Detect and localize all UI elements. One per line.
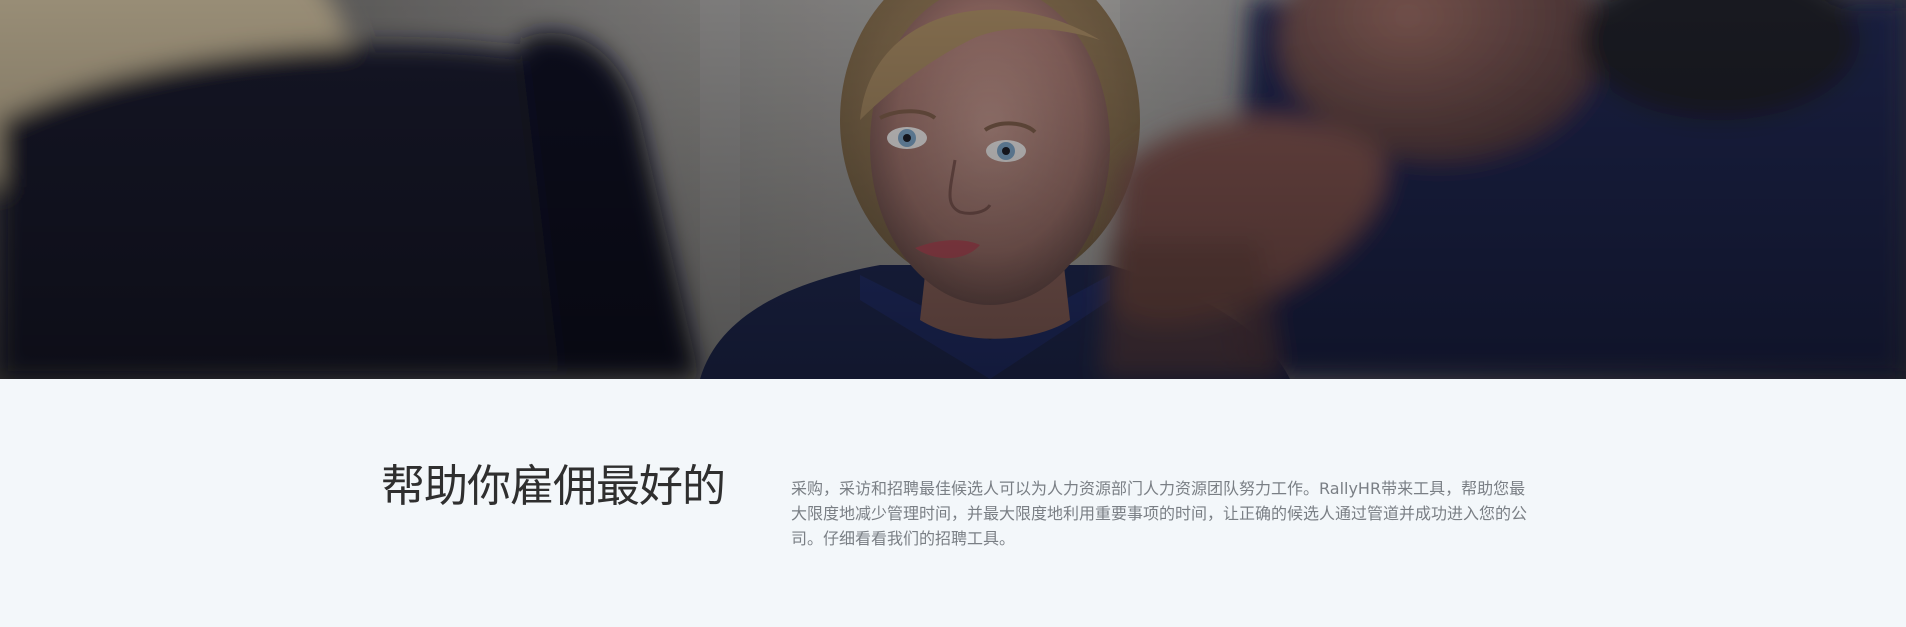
interview-photo: [0, 0, 1906, 379]
intro-headline: 帮助你雇佣最好的: [381, 461, 726, 512]
intro-description: 采购，采访和招聘最佳候选人可以为人力资源部门人力资源团队努力工作。RallyHR…: [791, 479, 1528, 548]
hero-banner: [0, 0, 1906, 379]
intro-section: 帮助你雇佣最好的 采购，采访和招聘最佳候选人可以为人力资源部门人力资源团队努力工…: [0, 379, 1906, 627]
